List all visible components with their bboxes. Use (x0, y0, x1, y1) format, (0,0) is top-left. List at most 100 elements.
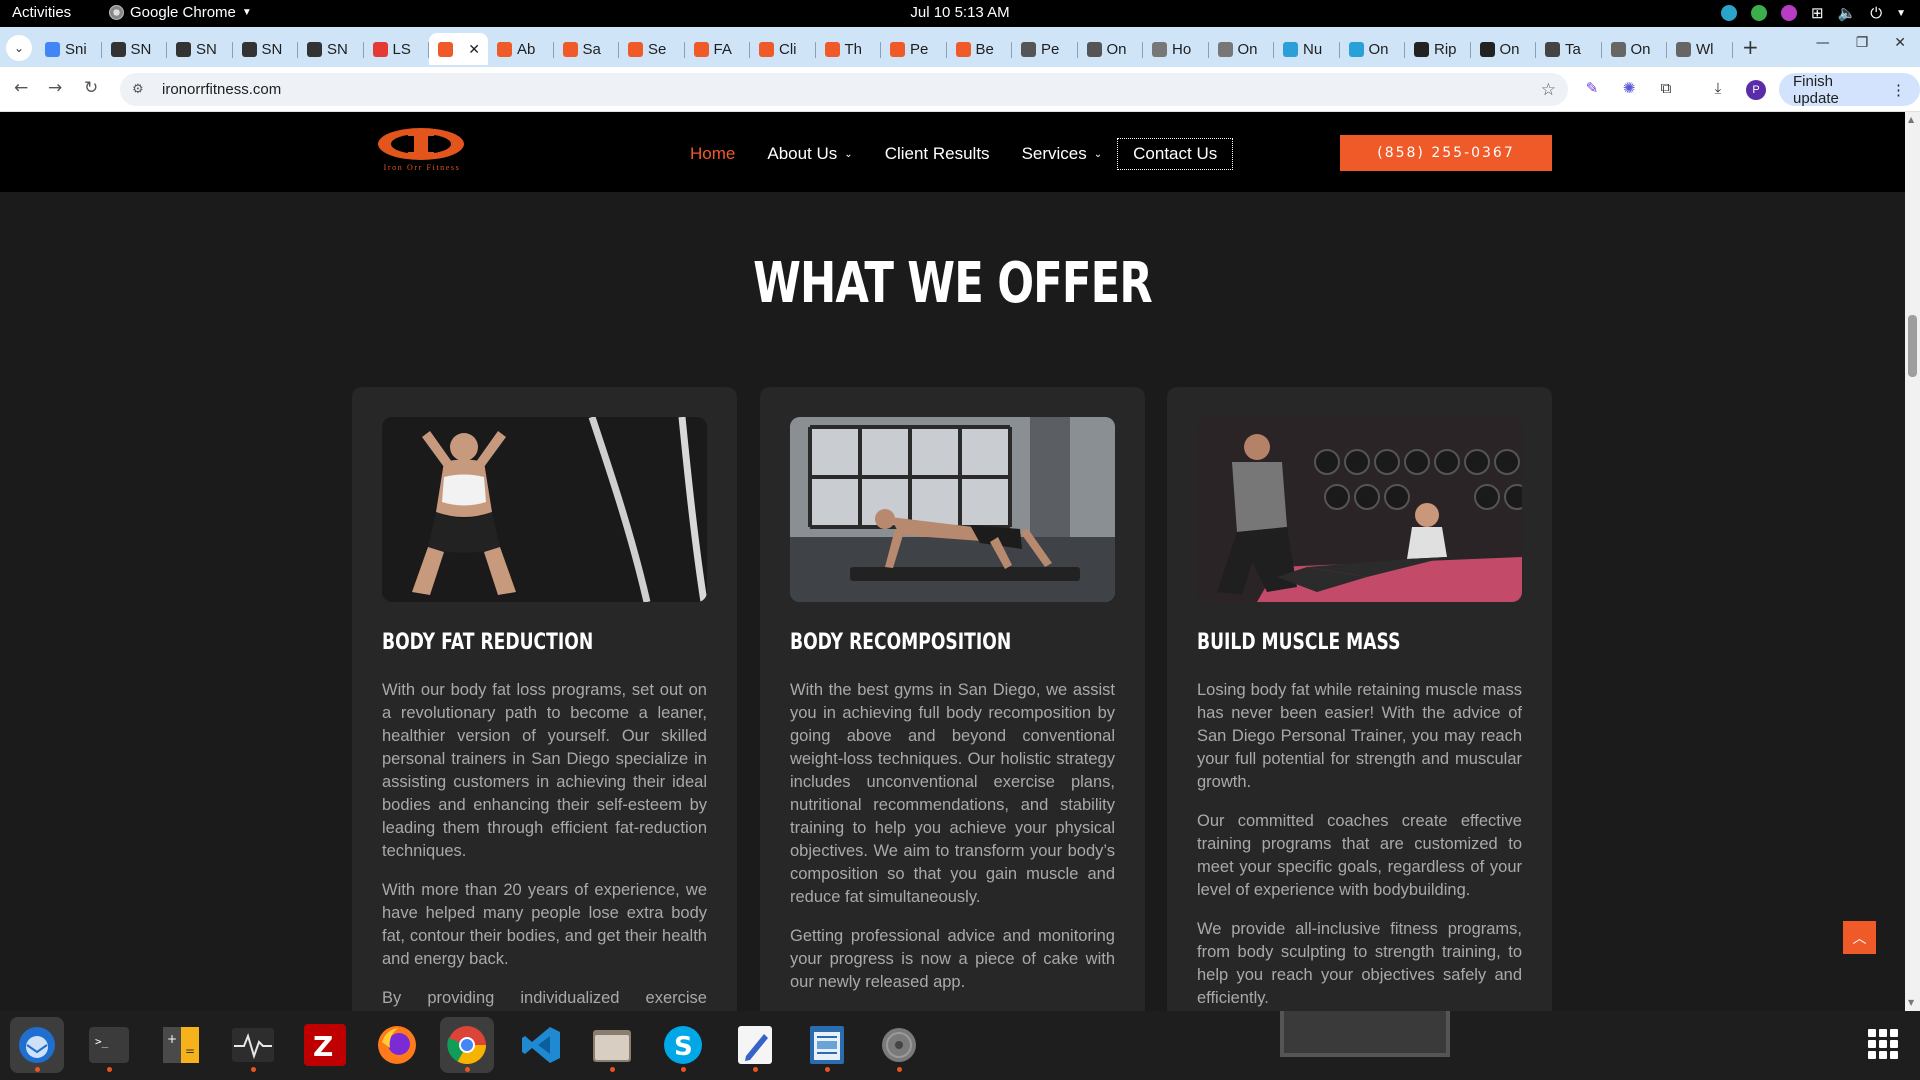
forward-button[interactable]: → (48, 78, 62, 98)
back-button[interactable]: ← (14, 78, 28, 98)
dock-terminal[interactable]: >_ (82, 1017, 136, 1073)
browser-tab[interactable]: On (1602, 33, 1668, 65)
page-scrollbar[interactable]: ▲ ▼ (1905, 112, 1920, 1011)
browser-tab[interactable]: Be (947, 33, 1013, 65)
app-menu[interactable]: Google Chrome ▼ (109, 4, 252, 21)
browser-tab[interactable]: Pe (1012, 33, 1078, 65)
reload-button[interactable]: ↻ (84, 78, 98, 98)
browser-tab[interactable]: Th (816, 33, 882, 65)
dock-text-editor[interactable] (728, 1017, 782, 1073)
chevron-down-icon: ▼ (241, 7, 252, 18)
browser-tab[interactable]: Sni (36, 33, 102, 65)
sync-icon[interactable] (1720, 5, 1737, 21)
finish-update-button[interactable]: Finish update ⋮ (1779, 73, 1920, 107)
dock-document-viewer[interactable] (800, 1017, 854, 1073)
dock-files[interactable] (585, 1017, 639, 1073)
tab-label: SN (130, 40, 152, 58)
tab-search-button[interactable]: ⌄ (6, 35, 32, 61)
code-icon (824, 41, 840, 57)
minimize-icon[interactable]: — (1816, 35, 1830, 51)
site-logo[interactable]: Iron Orr Fitness (352, 126, 492, 174)
browser-tab[interactable]: SN (298, 33, 364, 65)
pen-extension-icon[interactable]: ✎ (1582, 79, 1602, 99)
browser-tab[interactable]: On (1078, 33, 1144, 65)
dock-firefox[interactable] (370, 1017, 424, 1073)
nav-services[interactable]: Services ⌄ (1022, 144, 1103, 164)
address-bar[interactable]: ⚙ ironorrfitness.com ☆ (120, 73, 1568, 106)
dock-system-monitor[interactable] (226, 1017, 280, 1073)
download-icon[interactable]: ⤓ (1708, 79, 1728, 99)
bookmark-star-icon[interactable]: ☆ (1541, 80, 1556, 100)
ta-icon (1545, 41, 1560, 57)
globe-icon (1283, 41, 1298, 57)
browser-tab[interactable]: SN (102, 33, 168, 65)
calculator-icon: += (163, 1027, 199, 1063)
dock-chrome[interactable] (440, 1017, 494, 1073)
gear-extension-icon[interactable]: ✺ (1619, 79, 1639, 99)
close-tab-icon[interactable]: ✕ (468, 41, 480, 58)
color-picker-icon[interactable] (1780, 5, 1797, 21)
tab-label: On (1499, 40, 1520, 58)
browser-tab[interactable]: On (1340, 33, 1406, 65)
card-title: BODY RECOMPOSITION (790, 630, 1012, 655)
dock-thunderbird[interactable] (10, 1017, 64, 1073)
nav-client-results[interactable]: Client Results (885, 144, 990, 164)
system-monitor-icon (232, 1028, 274, 1062)
close-window-icon[interactable]: ✕ (1894, 35, 1906, 51)
tab-label: Ab (517, 40, 536, 58)
show-apps-icon[interactable] (1868, 1029, 1898, 1059)
dock-calculator[interactable]: + = (154, 1017, 208, 1073)
url-text[interactable]: ironorrfitness.com (162, 81, 281, 98)
browser-tab[interactable]: Pe (881, 33, 947, 65)
logo-wordmark: Iron Orr Fitness (383, 163, 461, 172)
dock-skype[interactable]: S (656, 1017, 710, 1073)
extension-icon[interactable] (1750, 5, 1767, 21)
dock-disc-utility[interactable] (872, 1017, 926, 1073)
volume-icon[interactable]: 🔈 (1838, 4, 1857, 22)
browser-tab[interactable]: Ab (488, 33, 554, 65)
browser-tab[interactable]: FA (685, 33, 751, 65)
activities-button[interactable]: Activities (12, 4, 71, 21)
browser-tab[interactable]: LS (364, 33, 430, 65)
disc-icon (882, 1028, 916, 1062)
maximize-icon[interactable]: ❐ (1856, 35, 1869, 51)
extensions-puzzle-icon[interactable]: ⧉ (1656, 79, 1676, 99)
tab-label: SN (261, 40, 283, 58)
scroll-down-icon[interactable]: ▼ (1908, 998, 1914, 1007)
power-icon[interactable]: ⏻ (1870, 5, 1882, 22)
browser-tab[interactable]: Nu (1274, 33, 1340, 65)
phone-button[interactable]: (858) 255-0367 (1340, 135, 1552, 171)
chevron-down-icon: ⌄ (13, 41, 25, 55)
browser-tab[interactable]: SN (233, 33, 299, 65)
dock-filezilla[interactable]: Z (298, 1017, 352, 1073)
browser-tab[interactable]: Rip (1405, 33, 1471, 65)
browser-tab[interactable]: Cli (750, 33, 816, 65)
dock: >_ + = Z S (0, 1011, 1920, 1080)
browser-tab[interactable]: Wl (1667, 33, 1733, 65)
system-tray[interactable]: ⊞ 🔈 ⏻ ▼ (1720, 4, 1906, 22)
browser-tab[interactable]: Ho (1143, 33, 1209, 65)
nav-contact[interactable]: Contact Us (1117, 138, 1234, 170)
browser-tab[interactable]: SN (167, 33, 233, 65)
browser-tab[interactable]: On (1471, 33, 1537, 65)
chevron-down-icon[interactable]: ▼ (1896, 8, 1906, 19)
nav-about[interactable]: About Us ⌄ (767, 144, 852, 164)
back-to-top-button[interactable]: ︿ (1843, 921, 1876, 954)
profile-avatar[interactable]: P (1746, 80, 1766, 100)
cat-icon (1152, 41, 1167, 57)
nav-home[interactable]: Home (690, 144, 735, 164)
browser-tab[interactable]: Sa (554, 33, 620, 65)
browser-tab[interactable]: ✕ (429, 33, 488, 65)
network-icon[interactable]: ⊞ (1811, 4, 1824, 22)
browser-tab[interactable]: Se (619, 33, 685, 65)
browser-tab[interactable]: Ta (1536, 33, 1602, 65)
new-tab-button[interactable]: + (1742, 35, 1759, 59)
site-info-icon[interactable]: ⚙ (132, 82, 148, 98)
svg-text:>_: >_ (95, 1035, 109, 1048)
scroll-up-icon[interactable]: ▲ (1908, 115, 1914, 124)
dock-vscode[interactable] (514, 1017, 568, 1073)
skype-icon: S (664, 1026, 702, 1064)
scrollbar-thumb[interactable] (1908, 315, 1917, 377)
browser-tab[interactable]: On (1209, 33, 1275, 65)
clock[interactable]: Jul 10 5:13 AM (910, 4, 1009, 21)
